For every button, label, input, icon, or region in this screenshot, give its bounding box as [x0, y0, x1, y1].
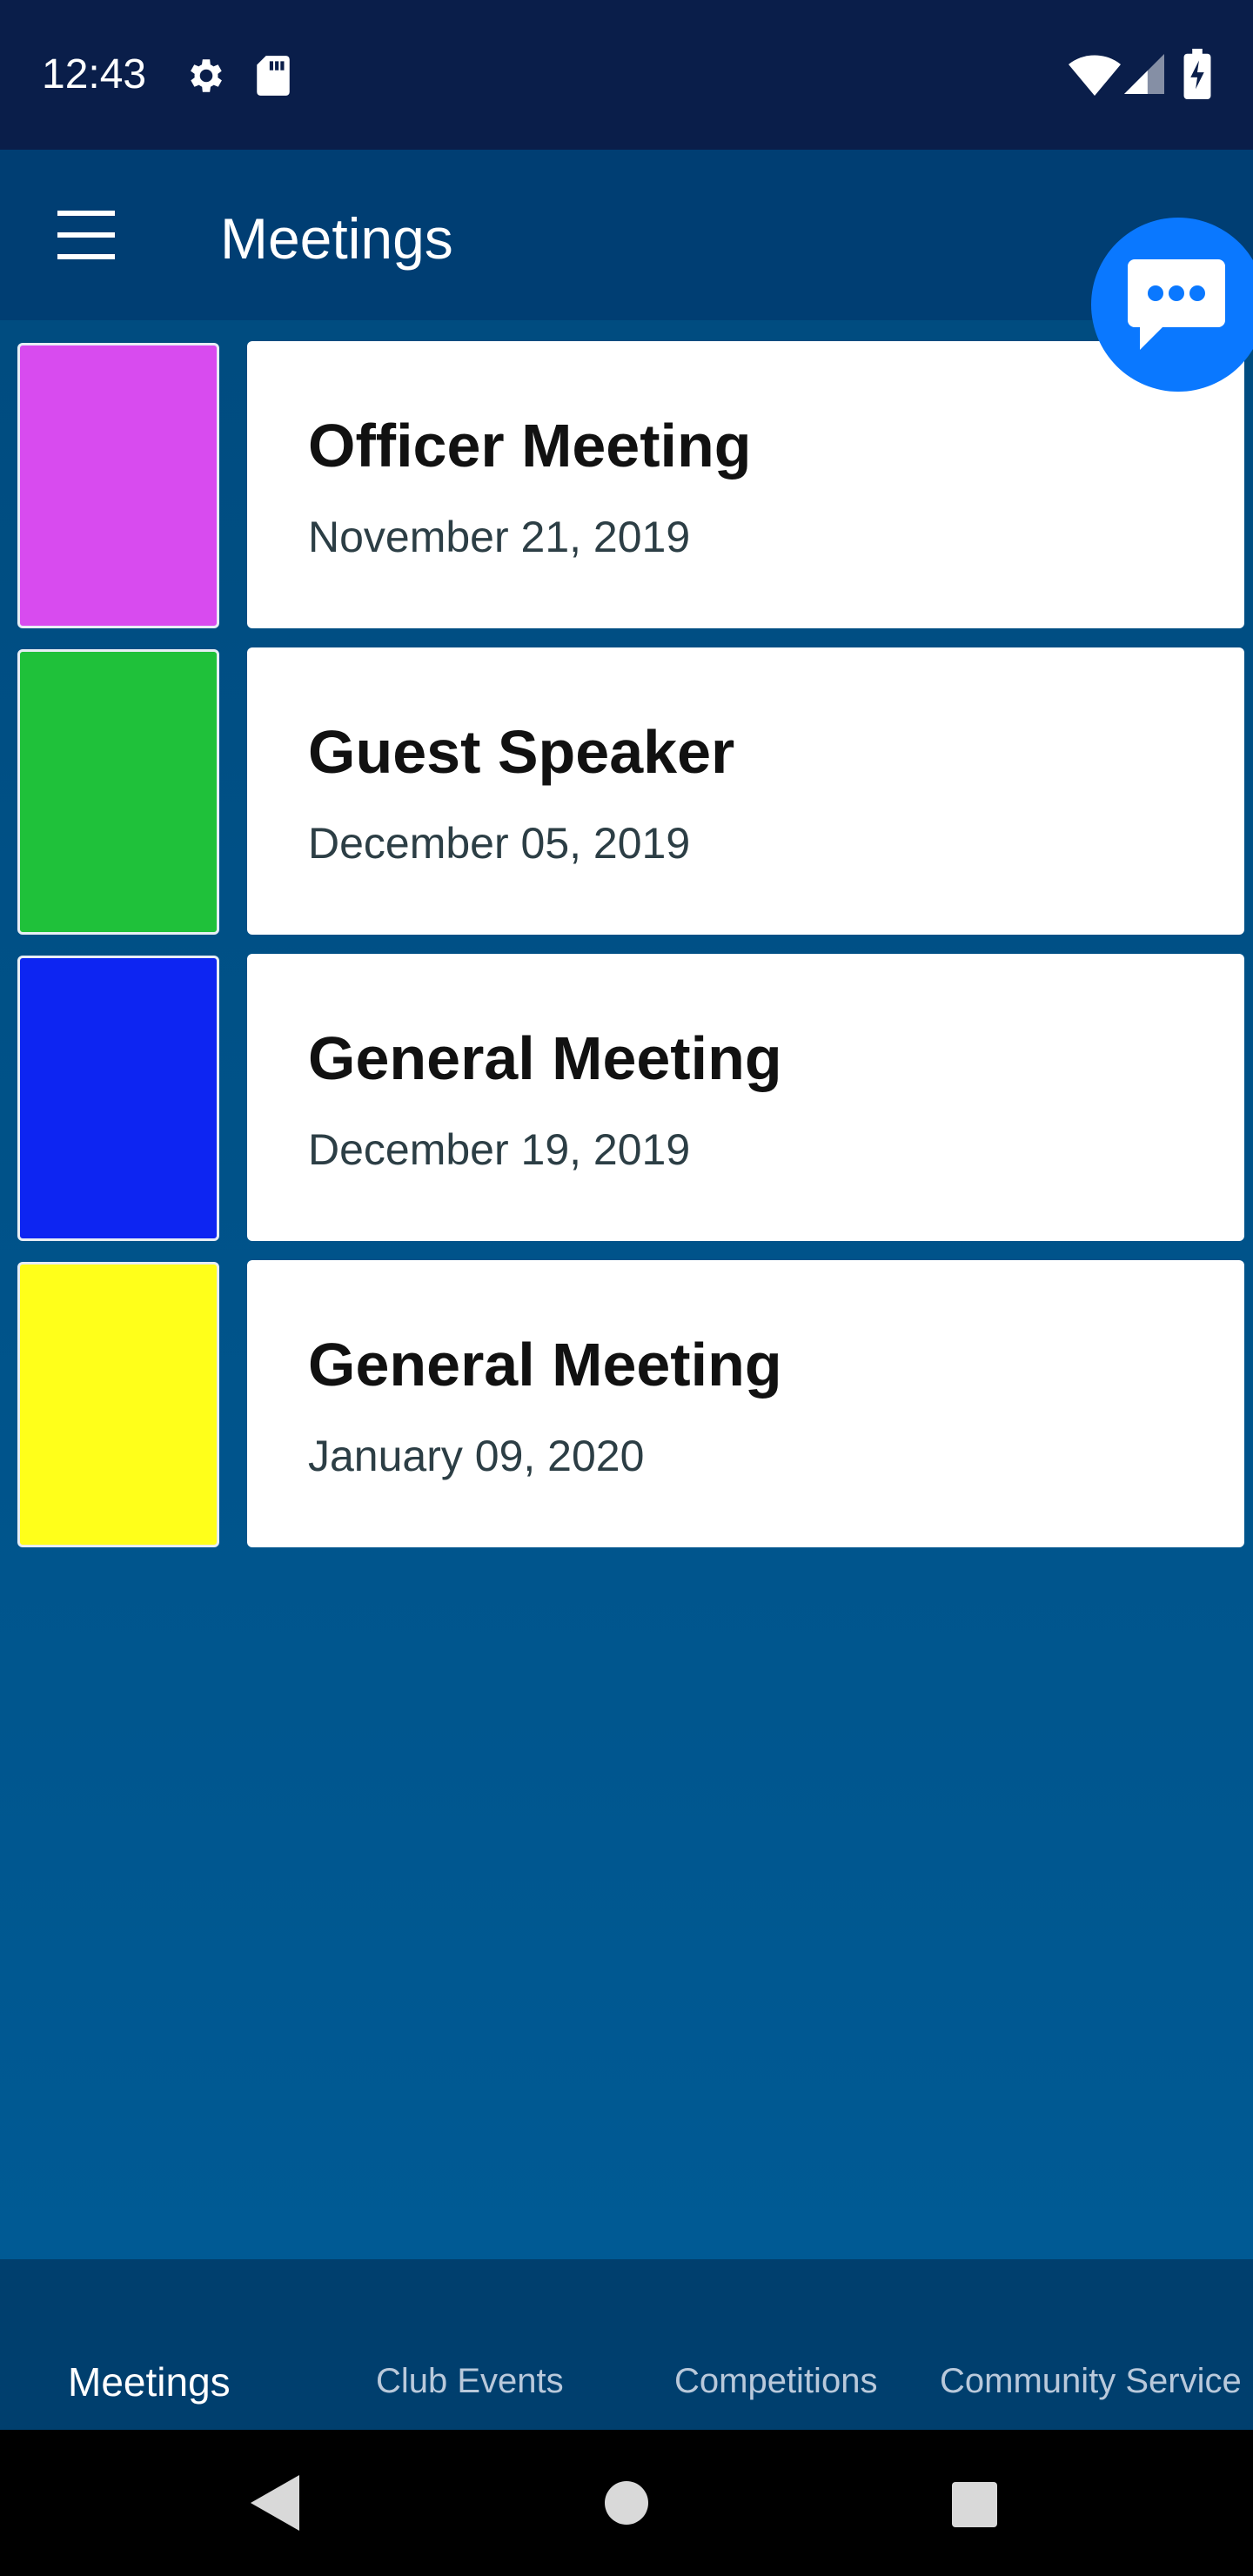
meeting-card[interactable]: General Meeting January 09, 2020	[247, 1260, 1244, 1547]
back-icon[interactable]	[251, 2475, 299, 2531]
tab-meetings[interactable]: Meetings	[68, 2358, 231, 2405]
wifi-icon	[1069, 55, 1121, 96]
meeting-date: December 19, 2019	[308, 1125, 691, 1174]
hamburger-menu-icon[interactable]	[42, 200, 129, 270]
home-icon[interactable]	[604, 2480, 649, 2526]
chat-fab-button[interactable]	[1091, 218, 1253, 392]
meeting-title: Officer Meeting	[308, 412, 752, 480]
meeting-color-swatch	[17, 343, 219, 628]
tab-community-service[interactable]: Community Service	[940, 2362, 1242, 2401]
meeting-color-swatch	[17, 956, 219, 1241]
meeting-list: Officer Meeting November 21, 2019 Guest …	[0, 320, 1253, 2259]
meeting-card[interactable]: General Meeting December 19, 2019	[247, 954, 1244, 1241]
recents-icon[interactable]	[952, 2482, 997, 2527]
list-item[interactable]: General Meeting December 19, 2019	[0, 943, 1253, 1241]
meeting-title: General Meeting	[308, 1024, 782, 1092]
bottom-tab-bar: Meetings Club Events Competitions Commun…	[0, 2259, 1253, 2430]
list-item[interactable]: Guest Speaker December 05, 2019	[0, 637, 1253, 935]
meeting-date: January 09, 2020	[308, 1432, 645, 1480]
app-bar: Meetings	[0, 150, 1253, 320]
signal-icon	[1124, 54, 1164, 94]
status-bar: 12:43	[0, 0, 1253, 150]
battery-charging-icon	[1183, 49, 1211, 99]
meeting-title: General Meeting	[308, 1331, 782, 1399]
meeting-date: December 05, 2019	[308, 819, 691, 868]
tab-competitions[interactable]: Competitions	[674, 2362, 877, 2401]
sd-card-icon	[257, 56, 290, 96]
chat-bubble-icon	[1128, 259, 1225, 350]
list-item[interactable]: Officer Meeting November 21, 2019	[0, 331, 1253, 628]
meeting-card[interactable]: Officer Meeting November 21, 2019	[247, 341, 1244, 628]
meeting-title: Guest Speaker	[308, 718, 735, 786]
status-time: 12:43	[42, 51, 147, 97]
tab-club-events[interactable]: Club Events	[376, 2362, 564, 2401]
meeting-color-swatch	[17, 649, 219, 935]
system-nav-bar	[0, 2430, 1253, 2576]
gear-icon	[191, 59, 222, 92]
meeting-date: November 21, 2019	[308, 513, 691, 561]
meeting-color-swatch	[17, 1262, 219, 1547]
meeting-card[interactable]: Guest Speaker December 05, 2019	[247, 647, 1244, 935]
list-item[interactable]: General Meeting January 09, 2020	[0, 1250, 1253, 1547]
page-title: Meetings	[220, 206, 453, 271]
